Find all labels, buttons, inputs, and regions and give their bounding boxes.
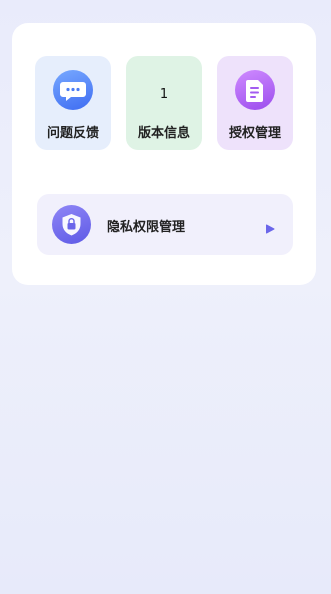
feedback-tile[interactable]: 问题反馈: [35, 56, 111, 150]
authorization-tile[interactable]: 授权管理: [217, 56, 293, 150]
shield-lock-icon: [52, 205, 91, 244]
privacy-permission-row[interactable]: 隐私权限管理: [37, 194, 293, 255]
authorization-label: 授权管理: [228, 126, 281, 141]
play-arrow-icon[interactable]: [265, 219, 275, 234]
document-icon: [235, 70, 275, 110]
settings-card: 问题反馈 1 版本信息 授权管理 隐私权限管理: [12, 23, 316, 285]
feedback-label: 问题反馈: [46, 126, 99, 141]
chat-bubble-icon: [53, 70, 93, 110]
version-label: 版本信息: [137, 126, 190, 141]
privacy-label: 隐私权限管理: [107, 220, 186, 235]
version-tile[interactable]: 1 版本信息: [126, 56, 202, 150]
version-value: 1: [159, 87, 169, 102]
